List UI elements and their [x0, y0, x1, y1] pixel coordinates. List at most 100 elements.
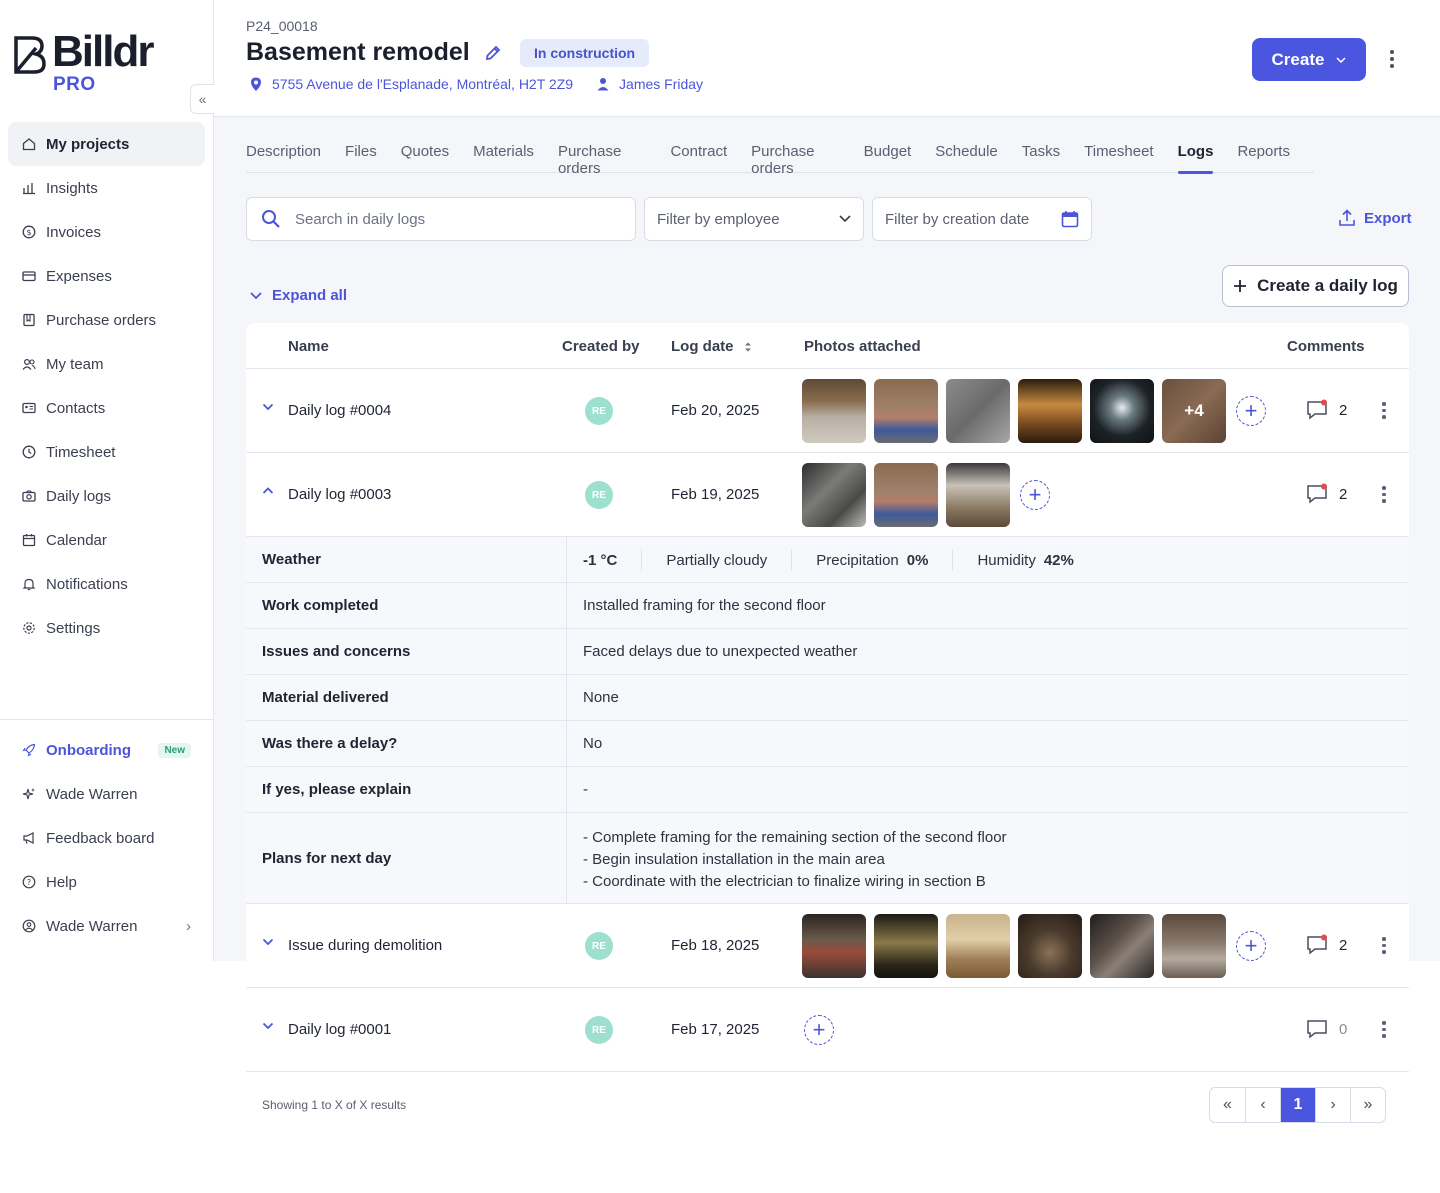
sidebar-item-insights[interactable]: Insights: [8, 166, 205, 210]
sidebar-item-label: Calendar: [46, 531, 107, 549]
log-name[interactable]: Issue during demolition: [288, 937, 442, 954]
detail-row-plans: Plans for next day - Complete framing fo…: [246, 813, 1409, 904]
add-photo-button[interactable]: +: [1020, 480, 1050, 510]
chevron-up-icon[interactable]: [262, 485, 274, 497]
sidebar-item-assistant[interactable]: Wade Warren: [8, 772, 205, 816]
photo-thumbnail[interactable]: [1090, 379, 1154, 443]
row-options-icon[interactable]: [1381, 486, 1387, 504]
tab-description[interactable]: Description: [246, 143, 321, 173]
sidebar-item-expenses[interactable]: Expenses: [8, 254, 205, 298]
add-photo-button[interactable]: +: [1236, 931, 1266, 961]
comments-cell[interactable]: 2: [1305, 399, 1347, 421]
tab-tasks[interactable]: Tasks: [1022, 143, 1060, 173]
column-header-log-date[interactable]: Log date: [671, 338, 752, 355]
photo-thumbnail[interactable]: [802, 463, 866, 527]
table-row[interactable]: Daily log #0001 RE Feb 17, 2025 + 0: [246, 988, 1409, 1072]
billdr-logo[interactable]: Billdr PRO: [14, 30, 164, 96]
sidebar-item-contacts[interactable]: Contacts: [8, 386, 205, 430]
sidebar-item-my-projects[interactable]: My projects: [8, 122, 205, 166]
tab-contract[interactable]: Contract: [670, 143, 727, 173]
filter-date-label: Filter by creation date: [885, 210, 1030, 228]
tab-timesheet[interactable]: Timesheet: [1084, 143, 1153, 173]
expand-all-button[interactable]: Expand all: [250, 287, 347, 304]
create-button[interactable]: Create: [1252, 38, 1366, 81]
sidebar-item-notifications[interactable]: Notifications: [8, 562, 205, 606]
log-name[interactable]: Daily log #0004: [288, 402, 391, 419]
photo-thumbnail[interactable]: [874, 463, 938, 527]
tab-materials[interactable]: Materials: [473, 143, 534, 173]
next-page-button[interactable]: ›: [1315, 1088, 1350, 1122]
sidebar-item-calendar[interactable]: Calendar: [8, 518, 205, 562]
sidebar-item-settings[interactable]: Settings: [8, 606, 205, 650]
sidebar-item-my-team[interactable]: My team: [8, 342, 205, 386]
chevron-down-icon[interactable]: [262, 936, 274, 948]
pencil-icon[interactable]: [484, 44, 502, 62]
photo-thumbnail[interactable]: [946, 463, 1010, 527]
user-circle-icon: [22, 919, 36, 933]
page-number-button[interactable]: 1: [1280, 1088, 1315, 1122]
photo-thumbnail[interactable]: [1090, 914, 1154, 978]
chevron-down-icon[interactable]: [262, 1020, 274, 1032]
sidebar-item-label: Invoices: [46, 223, 102, 241]
photo-thumbnail[interactable]: [802, 379, 866, 443]
export-button[interactable]: Export: [1338, 209, 1412, 227]
sidebar-item-user-profile[interactable]: Wade Warren ›: [8, 904, 205, 948]
tab-schedule[interactable]: Schedule: [935, 143, 998, 173]
sidebar-item-purchase-orders[interactable]: Purchase orders: [8, 298, 205, 342]
filter-employee-select[interactable]: Filter by employee: [644, 197, 864, 241]
tab-logs[interactable]: Logs: [1177, 143, 1213, 174]
row-options-icon[interactable]: [1381, 1021, 1387, 1039]
tab-quotes[interactable]: Quotes: [401, 143, 449, 173]
table-row[interactable]: Daily log #0004 RE Feb 20, 2025 +4 + 2: [246, 369, 1409, 453]
tab-budget[interactable]: Budget: [864, 143, 912, 173]
row-options-icon[interactable]: [1381, 937, 1387, 955]
comments-cell[interactable]: 2: [1305, 934, 1347, 956]
tab-reports[interactable]: Reports: [1237, 143, 1290, 173]
comments-cell[interactable]: 2: [1305, 483, 1347, 505]
more-photos-thumbnail[interactable]: +4: [1162, 379, 1226, 443]
create-button-label: Create: [1271, 49, 1325, 69]
table-row[interactable]: Issue during demolition RE Feb 18, 2025 …: [246, 904, 1409, 988]
comments-cell[interactable]: 0: [1305, 1018, 1347, 1040]
sidebar: Billdr PRO « My projects Insights $ Invo…: [0, 0, 214, 961]
photo-thumbnail[interactable]: [946, 914, 1010, 978]
sidebar-item-timesheet[interactable]: Timesheet: [8, 430, 205, 474]
add-photo-button[interactable]: +: [1236, 396, 1266, 426]
photo-thumbnail[interactable]: [946, 379, 1010, 443]
row-options-icon[interactable]: [1381, 402, 1387, 420]
filter-date-input[interactable]: Filter by creation date: [872, 197, 1092, 241]
table-row[interactable]: Daily log #0003 RE Feb 19, 2025 + 2: [246, 453, 1409, 537]
photo-thumbnail[interactable]: [1018, 914, 1082, 978]
last-page-button[interactable]: »: [1350, 1088, 1385, 1122]
project-address[interactable]: 5755 Avenue de l'Esplanade, Montréal, H2…: [272, 76, 573, 92]
more-options-icon[interactable]: [1384, 48, 1400, 70]
photo-thumbnail[interactable]: [874, 914, 938, 978]
previous-page-button[interactable]: ‹: [1245, 1088, 1280, 1122]
photo-thumbnail[interactable]: [1018, 379, 1082, 443]
page-title: Basement remodel: [246, 38, 470, 66]
collapse-sidebar-button[interactable]: «: [190, 84, 214, 114]
sidebar-item-label: Daily logs: [46, 487, 112, 505]
sky-condition: Partially cloudy: [666, 551, 768, 569]
sidebar-item-feedback-board[interactable]: Feedback board: [8, 816, 205, 860]
sidebar-item-invoices[interactable]: $ Invoices: [8, 210, 205, 254]
chevron-down-icon[interactable]: [262, 401, 274, 413]
comment-icon: [1307, 1020, 1327, 1039]
log-name[interactable]: Daily log #0003: [288, 486, 391, 503]
create-daily-log-button[interactable]: Create a daily log: [1222, 265, 1409, 307]
log-name[interactable]: Daily log #0001: [288, 1021, 391, 1038]
tab-purchase-orders[interactable]: Purchase orders: [558, 143, 647, 177]
photo-thumbnail[interactable]: [1162, 914, 1226, 978]
project-client[interactable]: James Friday: [619, 76, 703, 92]
tab-files[interactable]: Files: [345, 143, 377, 173]
tab-purchase-orders-2[interactable]: Purchase orders: [751, 143, 840, 177]
sidebar-item-onboarding[interactable]: Onboarding New: [8, 728, 205, 772]
sidebar-item-daily-logs[interactable]: Daily logs: [8, 474, 205, 518]
photo-thumbnail[interactable]: [874, 379, 938, 443]
sidebar-item-help[interactable]: ? Help: [8, 860, 205, 904]
search-input[interactable]: Search in daily logs: [246, 197, 636, 241]
first-page-button[interactable]: «: [1210, 1088, 1245, 1122]
add-photo-button[interactable]: +: [804, 1015, 834, 1045]
export-label: Export: [1364, 209, 1412, 227]
photo-thumbnail[interactable]: [802, 914, 866, 978]
